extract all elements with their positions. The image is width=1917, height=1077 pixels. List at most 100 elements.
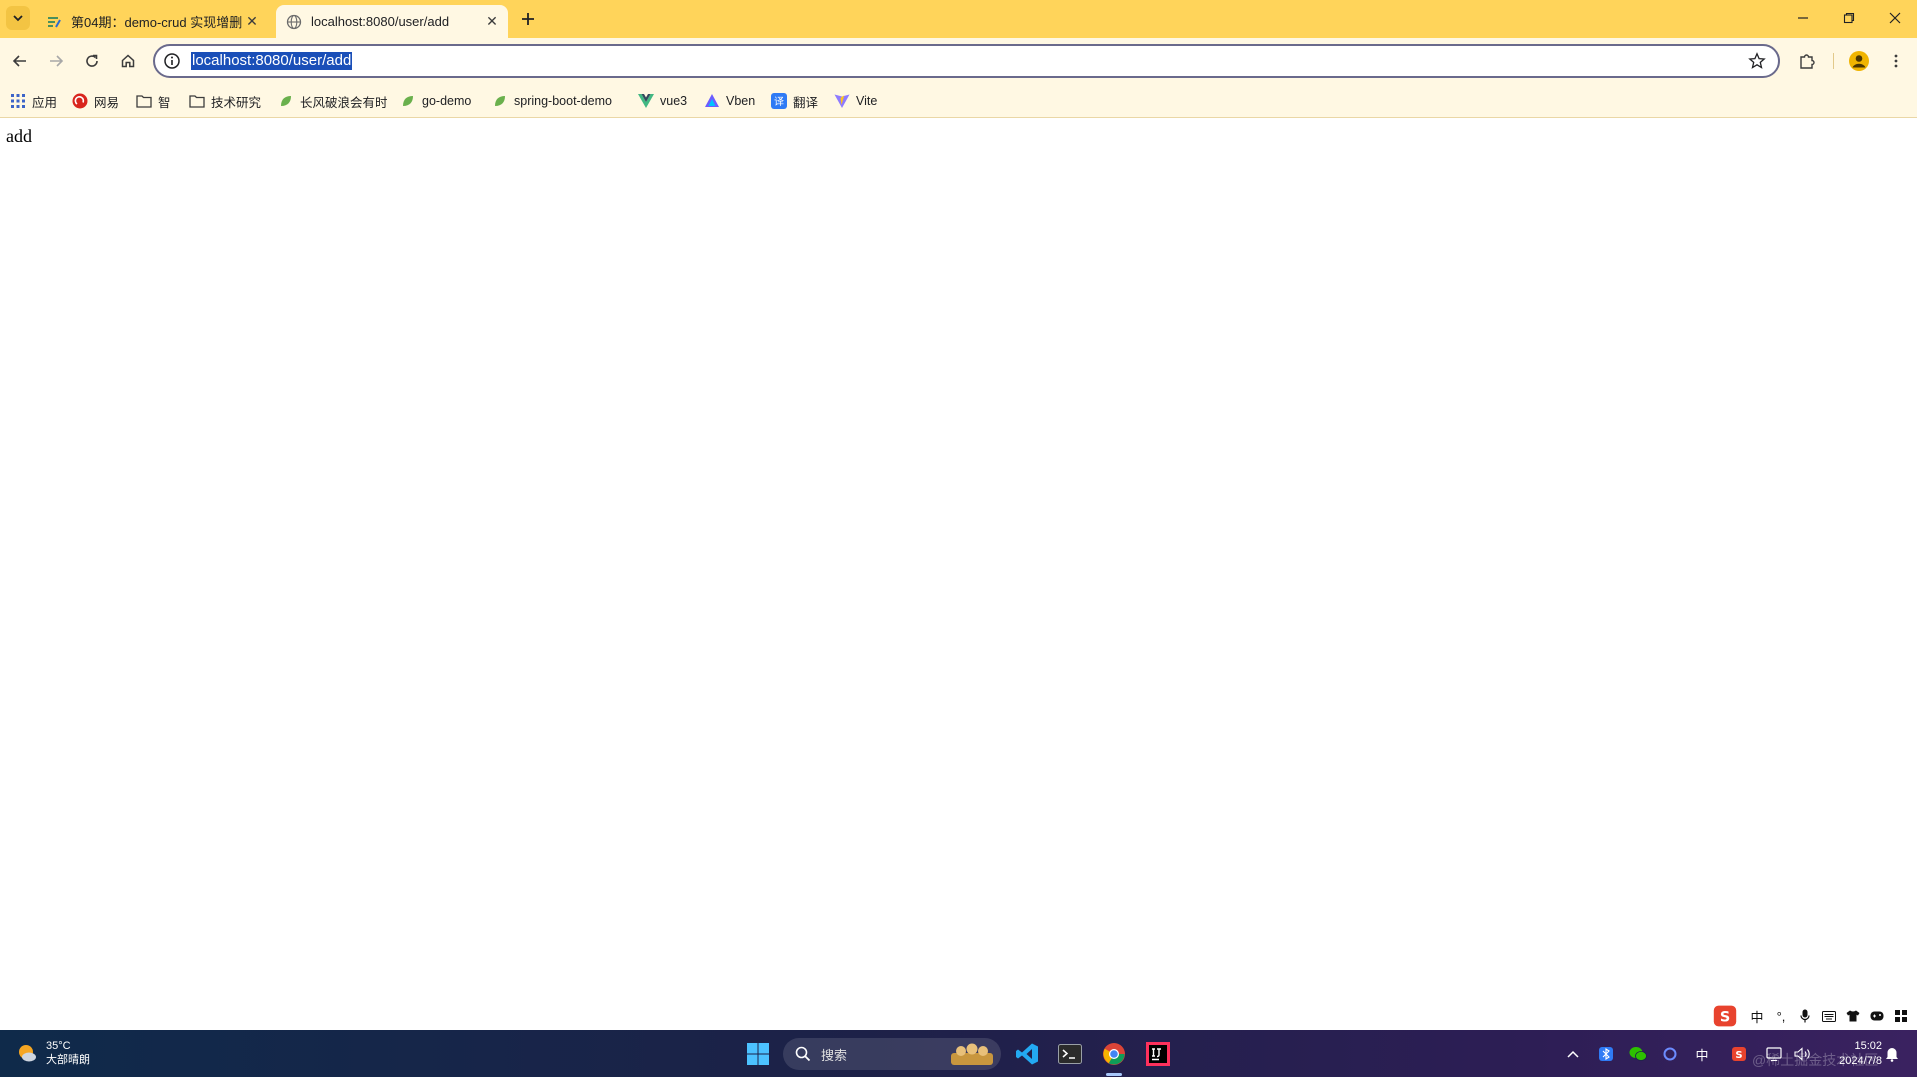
forward-button[interactable] [43,48,69,74]
weather-temp: 35°C [46,1040,71,1052]
bookmark-go-demo[interactable]: go-demo [400,90,471,112]
terminal-icon [1058,1044,1082,1064]
bookmark-vite[interactable]: Vite [834,90,877,112]
restore-icon [1843,12,1855,24]
weather-widget[interactable]: 35°C 大部晴朗 [16,1039,90,1067]
avatar-icon [1849,51,1869,71]
clock-date: 2024/7/8 [1839,1055,1882,1067]
toolbox-grid-icon[interactable] [1889,1004,1913,1028]
svg-text:译: 译 [774,96,784,108]
close-window-button[interactable] [1872,0,1917,36]
kebab-menu-icon [1894,54,1898,68]
toolbar-divider [1833,53,1834,69]
tray-wechat[interactable] [1627,1038,1649,1070]
tray-cortana[interactable] [1660,1038,1680,1070]
url-text[interactable]: localhost:8080/user/add [191,52,353,70]
leaf-icon [400,93,416,109]
vscode-icon [1016,1043,1038,1065]
close-icon[interactable]: ✕ [242,12,262,32]
search-placeholder: 搜索 [821,1047,848,1063]
tray-app-blue[interactable] [1596,1038,1616,1070]
close-icon [1889,12,1901,24]
profile-button[interactable] [1846,48,1872,74]
intellij-icon [1146,1042,1170,1066]
folder-icon [136,93,152,109]
tab-localhost[interactable]: localhost:8080/user/add ✕ [276,5,508,38]
bookmarks-bar: 应用 网易 智 技术研究 长风破浪会有时 go-demo spring-boot… [0,84,1917,118]
chrome-icon [1103,1043,1125,1065]
bluetooth-app-icon [1599,1047,1613,1061]
taskbar-chrome[interactable] [1098,1038,1130,1070]
translate-icon: 译 [771,93,787,109]
ime-toolbar: S 中 °, [1713,1002,1917,1030]
taskbar-search[interactable]: 搜索 [783,1038,1001,1070]
menu-button[interactable] [1883,48,1909,74]
sogou-logo-icon[interactable]: S [1713,1004,1737,1028]
active-app-indicator [1106,1073,1122,1076]
bookmark-folder-tech[interactable]: 技术研究 [189,90,261,112]
tray-input-language[interactable]: 中 [1692,1038,1712,1070]
info-icon[interactable] [163,52,181,70]
puzzle-icon [1800,54,1815,69]
page-content: add [0,118,1917,1030]
home-button[interactable] [115,48,141,74]
bookmark-label: spring-boot-demo [514,94,612,108]
bookmark-label: 长风破浪会有时 [300,95,388,110]
search-icon [795,1046,811,1062]
skin-icon[interactable] [1841,1004,1865,1028]
home-icon [121,54,135,68]
ime-lang-toggle[interactable]: 中 [1745,1004,1769,1028]
star-icon[interactable] [1748,52,1766,70]
minimize-button[interactable] [1780,0,1826,36]
taskbar-terminal[interactable] [1054,1038,1086,1070]
bookmark-netease[interactable]: 网易 [72,90,119,112]
bookmark-changfeng[interactable]: 长风破浪会有时 [278,90,388,112]
sogou-icon: S [1732,1047,1746,1061]
tray-overflow-button[interactable] [1563,1038,1583,1070]
arrow-left-icon [12,55,26,67]
bookmark-translate[interactable]: 译 翻译 [771,90,818,112]
reload-icon [86,54,98,67]
bookmark-label: Vben [726,94,756,108]
chevron-down-icon [13,15,23,22]
tab-search-button[interactable] [6,6,30,30]
bookmark-label: go-demo [422,94,472,108]
tab-blog[interactable]: 第04期：demo-crud 实现增删 ✕ [36,5,268,38]
new-tab-button[interactable] [516,7,540,31]
start-button[interactable] [742,1038,774,1070]
system-clock[interactable]: 15:02 2024/7/8 [1822,1039,1882,1069]
tab-title: 第04期：demo-crud 实现增删 [71,15,242,30]
bookmark-vben[interactable]: Vben [704,90,755,112]
bookmark-spring-boot-demo[interactable]: spring-boot-demo [492,90,612,112]
page-body-text: add [6,126,32,146]
bookmark-label: 翻译 [793,95,819,110]
close-icon[interactable]: ✕ [482,12,502,32]
bell-icon [1886,1047,1898,1062]
windows-logo-icon [747,1043,769,1065]
bookmark-label: 网易 [94,95,120,110]
taskbar-intellij[interactable] [1142,1038,1174,1070]
bookmark-apps[interactable]: 应用 [10,90,57,112]
netease-icon [72,93,88,109]
punctuation-icon[interactable]: °, [1769,1004,1793,1028]
plus-icon [522,13,534,25]
bookmark-folder-zhi[interactable]: 智 [136,90,171,112]
restore-button[interactable] [1826,0,1872,36]
bookmark-vue3[interactable]: vue3 [638,90,687,112]
microphone-icon[interactable] [1793,1004,1817,1028]
globe-icon [286,14,302,30]
extensions-button[interactable] [1794,48,1820,74]
taskbar-vscode[interactable] [1011,1038,1043,1070]
leaf-icon [278,93,294,109]
tray-sogou[interactable]: S [1729,1038,1749,1070]
tab-title: localhost:8080/user/add [311,14,450,29]
blog-icon [46,14,62,30]
bookmark-label: 应用 [32,95,58,110]
gamepad-icon[interactable] [1865,1004,1889,1028]
keyboard-icon[interactable] [1817,1004,1841,1028]
address-bar[interactable]: localhost:8080/user/add [153,44,1780,78]
reload-button[interactable] [79,48,105,74]
tray-notifications[interactable] [1882,1038,1902,1070]
partly-sunny-icon [19,1045,36,1062]
back-button[interactable] [7,48,33,74]
